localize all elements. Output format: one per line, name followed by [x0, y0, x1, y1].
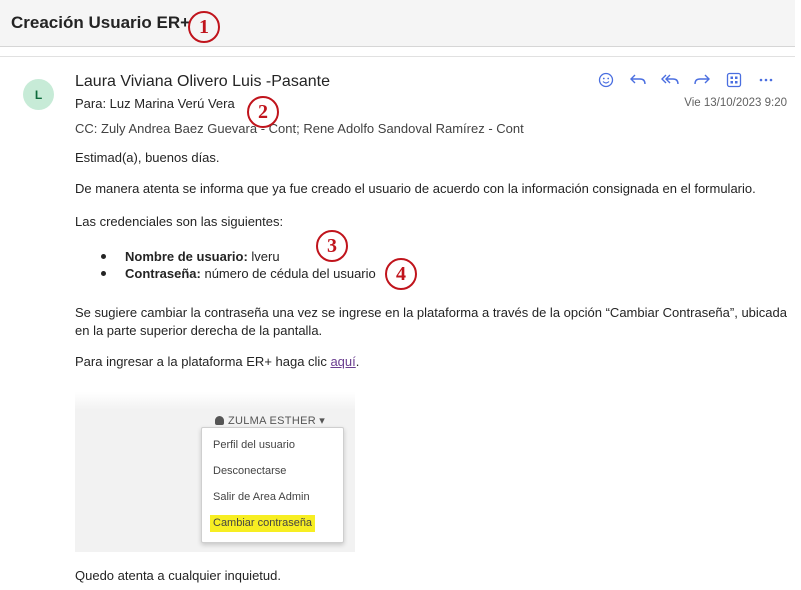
user-icon — [215, 416, 224, 425]
embedded-screenshot: ZULMA ESTHER ▾ Perfil del usuario Descon… — [75, 392, 355, 552]
reply-all-icon[interactable] — [654, 69, 686, 91]
divider — [0, 56, 795, 57]
embedded-user-menu: ZULMA ESTHER ▾ — [215, 414, 325, 427]
greeting: Estimad(a), buenos días. — [75, 150, 220, 165]
sender-name[interactable]: Laura Viviana Olivero Luis -Pasante — [75, 73, 330, 91]
menu-item-profile: Perfil del usuario — [213, 439, 295, 451]
embedded-dropdown-menu: Perfil del usuario Desconectarse Salir d… — [201, 427, 344, 543]
access-text: Para ingresar a la plataforma ER+ haga c… — [75, 354, 331, 369]
email-date: Vie 13/10/2023 9:20 — [684, 97, 787, 109]
embedded-user-label: ZULMA ESTHER ▾ — [228, 415, 326, 427]
annotation-2: 2 — [247, 96, 279, 128]
menu-item-logout: Desconectarse — [213, 465, 287, 477]
closing: Quedo atenta a cualquier inquietud. — [75, 568, 281, 583]
email-subject: Creación Usuario ER+ — [11, 13, 191, 32]
credential-value: número de cédula del usuario — [200, 266, 376, 281]
subject-bar: Creación Usuario ER+ — [0, 0, 795, 47]
forward-icon[interactable] — [686, 69, 718, 91]
recipient-line[interactable]: Para: Luz Marina Verú Vera — [75, 96, 235, 111]
reply-icon[interactable] — [622, 69, 654, 91]
annotation-1: 1 — [188, 11, 220, 43]
cc-line[interactable]: CC: Zuly Andrea Baez Guevara - Cont; Ren… — [75, 121, 524, 136]
platform-link[interactable]: aquí — [330, 354, 355, 369]
intro-paragraph: De manera atenta se informa que ya fue c… — [75, 181, 756, 196]
menu-item-exit-admin: Salir de Area Admin — [213, 491, 310, 503]
apps-icon[interactable] — [718, 69, 750, 91]
message-actions — [590, 69, 782, 91]
credential-value: lveru — [247, 249, 280, 264]
credential-label: Nombre de usuario: — [125, 249, 248, 264]
access-paragraph: Para ingresar a la plataforma ER+ haga c… — [75, 353, 359, 371]
suggestion-paragraph: Se sugiere cambiar la contraseña una vez… — [75, 305, 787, 338]
more-icon[interactable] — [750, 69, 782, 91]
sender-avatar[interactable]: L — [23, 79, 54, 110]
emoji-icon[interactable] — [590, 69, 622, 91]
menu-item-change-password: Cambiar contraseña — [210, 515, 316, 532]
access-end: . — [355, 354, 360, 369]
list-item: Contraseña: número de cédula del usuario — [95, 265, 376, 282]
annotation-4: 4 — [385, 258, 417, 290]
credentials-intro: Las credenciales son las siguientes: — [75, 214, 284, 229]
credential-label: Contraseña: — [125, 266, 201, 281]
annotation-3: 3 — [316, 230, 348, 262]
